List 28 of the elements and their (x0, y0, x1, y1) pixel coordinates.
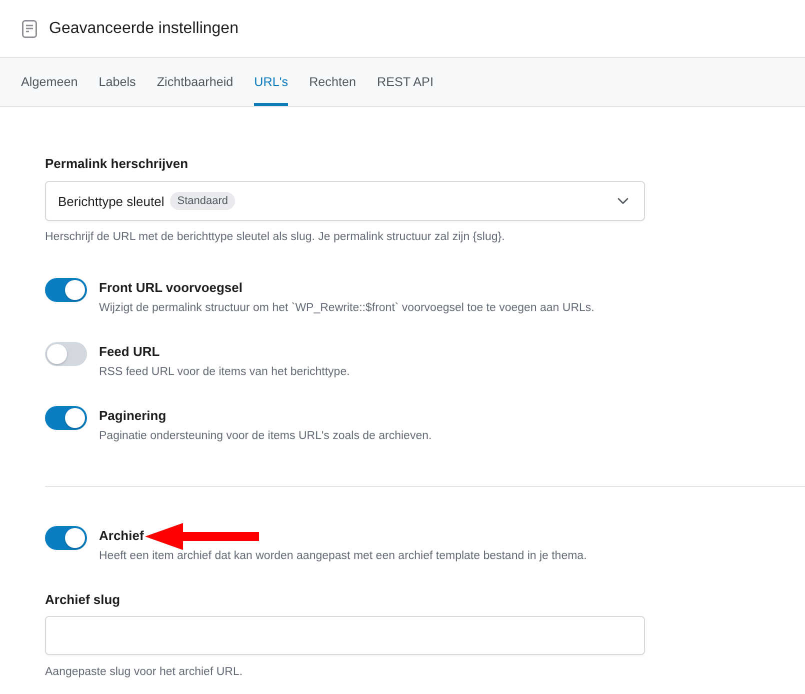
tab[interactable]: REST API (376, 58, 434, 106)
help-text: Herschrijf de URL met de berichttype sleutel als slug. Je permalink structuur zal zijn {slug}. (45, 230, 505, 245)
toggle-title: Paginering (99, 407, 166, 425)
tab[interactable]: Zichtbaarheid (156, 58, 234, 106)
help-text: Aangepaste slug voor het archief URL. (45, 665, 243, 680)
window-title: Geavanceerde instellingen (49, 20, 238, 38)
tab[interactable]: Algemeen (21, 58, 78, 106)
toggle-switch[interactable] (45, 406, 87, 430)
toggle-switch[interactable] (45, 278, 87, 302)
toggle-switch[interactable] (45, 342, 87, 366)
toggle-switch[interactable] (45, 526, 87, 550)
toggle-description: Paginatie ondersteuning voor de items URL's zoals de archieven. (99, 429, 432, 444)
toggle-description: Wijzigt de permalink structuur om het `WP_Rewrite::$front` voorvoegsel toe te voegen aan URLs. (99, 301, 594, 316)
toggle-title: Archief (99, 527, 144, 545)
field-label: Permalink herschrijven (45, 155, 188, 173)
document-icon (22, 20, 37, 38)
tab[interactable]: URL's (254, 58, 288, 106)
toggle-title: Feed URL (99, 343, 160, 361)
toggle-description: Heeft een item archief dat kan worden aangepast met een archief template bestand in je thema. (99, 549, 587, 564)
tab[interactable]: Labels (98, 58, 136, 106)
default-badge: Standaard (170, 192, 235, 210)
tab[interactable]: Rechten (309, 58, 356, 106)
archive-slug-input[interactable] (45, 616, 645, 655)
permalink-select[interactable]: Berichttype sleutel Standaard (45, 181, 645, 221)
field-label: Archief slug (45, 591, 120, 609)
arrow-icon (145, 523, 259, 550)
toggle-description: RSS feed URL voor de items van het berichttype. (99, 365, 350, 380)
toggle-title: Front URL voorvoegsel (99, 279, 243, 297)
